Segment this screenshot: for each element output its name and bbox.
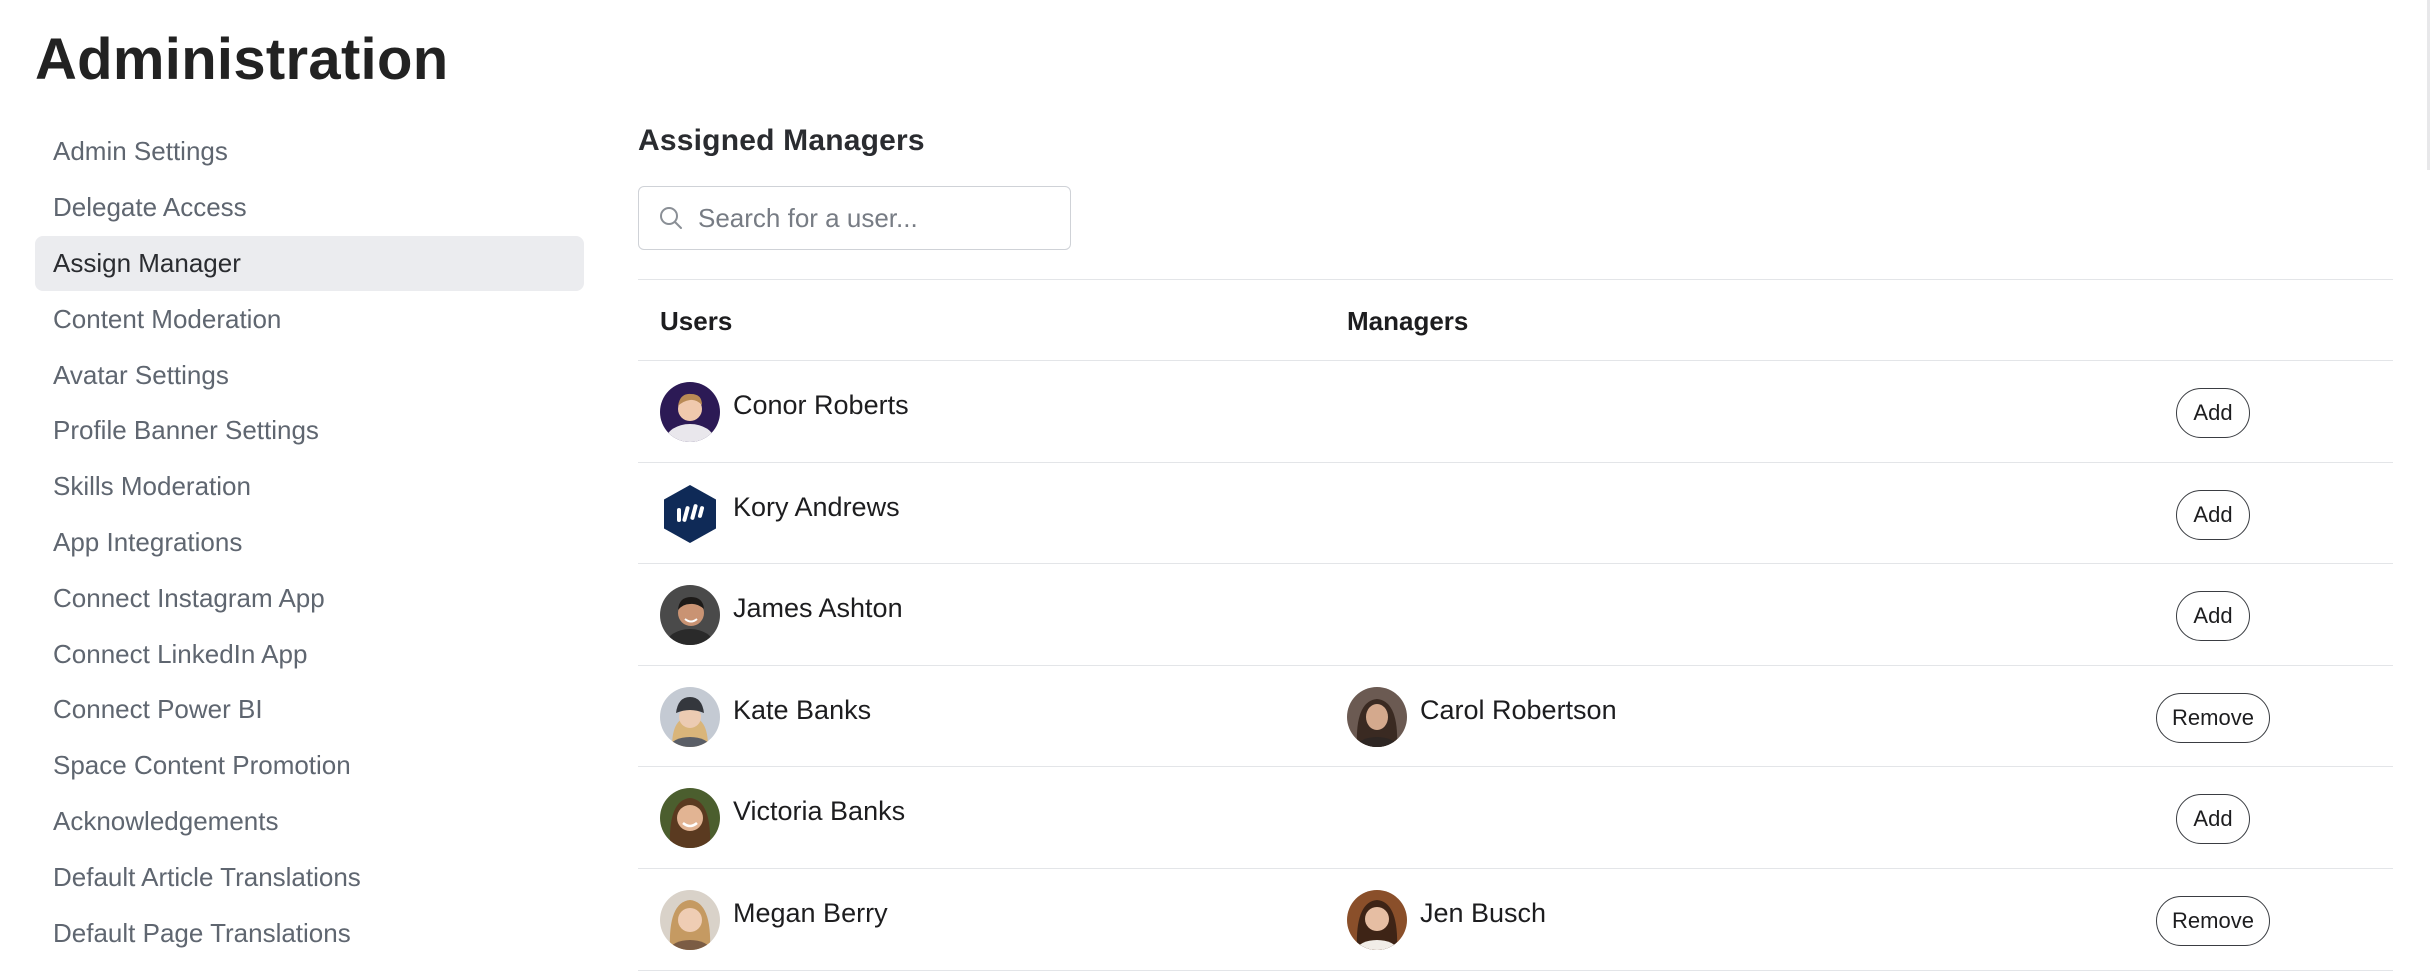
table-row: Kory Andrews Add [638,461,2393,564]
manager-cell: Carol Robertson [1347,686,1617,747]
table-row: Kate Banks Carol Robertson Remove [638,664,2393,767]
avatar [660,585,720,646]
table-header-row: Users Managers [638,279,2393,360]
add-manager-button[interactable]: Add [2176,794,2250,845]
sidebar-item-acknowledgements[interactable]: Acknowledgements [35,794,584,850]
avatar [660,686,720,747]
sidebar-item-space-content-promotion[interactable]: Space Content Promotion [35,738,584,794]
user-name: James Ashton [733,593,903,624]
user-name: Megan Berry [733,897,888,928]
search-input[interactable] [698,202,1058,234]
avatar [660,788,720,849]
add-manager-button[interactable]: Add [2176,591,2250,642]
search-icon [658,205,684,231]
sidebar-item-connect-power-bi[interactable]: Connect Power BI [35,682,584,738]
sidebar-item-skills-moderation[interactable]: Skills Moderation [35,459,584,515]
column-header-managers: Managers [1347,306,1469,336]
sidebar-item-admin-settings[interactable]: Admin Settings [35,124,584,180]
user-cell: Kory Andrews [660,483,900,544]
table-bottom-divider [638,969,2393,971]
avatar [660,382,720,442]
avatar [1347,686,1407,747]
user-name: Victoria Banks [733,796,906,827]
manager-name: Jen Busch [1420,897,1547,928]
table-row: Victoria Banks Add [638,766,2393,868]
sidebar-item-avatar-settings[interactable]: Avatar Settings [35,347,584,403]
sidebar: Admin Settings Delegate Access Assign Ma… [35,124,584,961]
user-cell: Kate Banks [660,686,872,747]
section-title: Assigned Managers [638,124,925,157]
user-cell: Megan Berry [660,889,888,950]
user-name: Kory Andrews [733,491,900,522]
user-cell: Victoria Banks [660,788,906,849]
remove-manager-button[interactable]: Remove [2156,895,2270,946]
column-header-users: Users [660,306,733,336]
managers-table: Users Managers Conor Roberts Add Kory An… [638,279,2393,971]
search-box[interactable] [638,186,1071,250]
table-row: Conor Roberts Add [638,360,2393,462]
manager-cell: Jen Busch [1347,889,1547,950]
sidebar-item-connect-instagram-app[interactable]: Connect Instagram App [35,570,584,626]
add-manager-button[interactable]: Add [2176,388,2250,438]
remove-manager-button[interactable]: Remove [2156,692,2270,743]
table-row: Megan Berry Jen Busch Remove [638,867,2393,970]
sidebar-item-default-article-translations[interactable]: Default Article Translations [35,849,584,905]
user-name: Conor Roberts [733,390,909,420]
user-cell: James Ashton [660,585,903,646]
avatar [660,889,720,950]
sidebar-item-profile-banner-settings[interactable]: Profile Banner Settings [35,403,584,459]
sidebar-item-assign-manager[interactable]: Assign Manager [35,235,584,292]
sidebar-item-content-moderation[interactable]: Content Moderation [35,291,584,347]
avatar [660,483,720,544]
page: Administration Admin Settings Delegate A… [0,0,2430,974]
user-name: Kate Banks [733,694,872,725]
sidebar-item-delegate-access[interactable]: Delegate Access [35,180,584,236]
sidebar-item-app-integrations[interactable]: App Integrations [35,515,584,571]
avatar [1347,889,1407,950]
page-title: Administration [35,27,449,92]
sidebar-item-default-page-translations[interactable]: Default Page Translations [35,905,584,961]
add-manager-button[interactable]: Add [2176,489,2250,540]
manager-name: Carol Robertson [1420,694,1617,725]
user-cell: Conor Roberts [660,382,909,442]
sidebar-item-connect-linkedin-app[interactable]: Connect LinkedIn App [35,626,584,682]
table-row: James Ashton Add [638,563,2393,665]
